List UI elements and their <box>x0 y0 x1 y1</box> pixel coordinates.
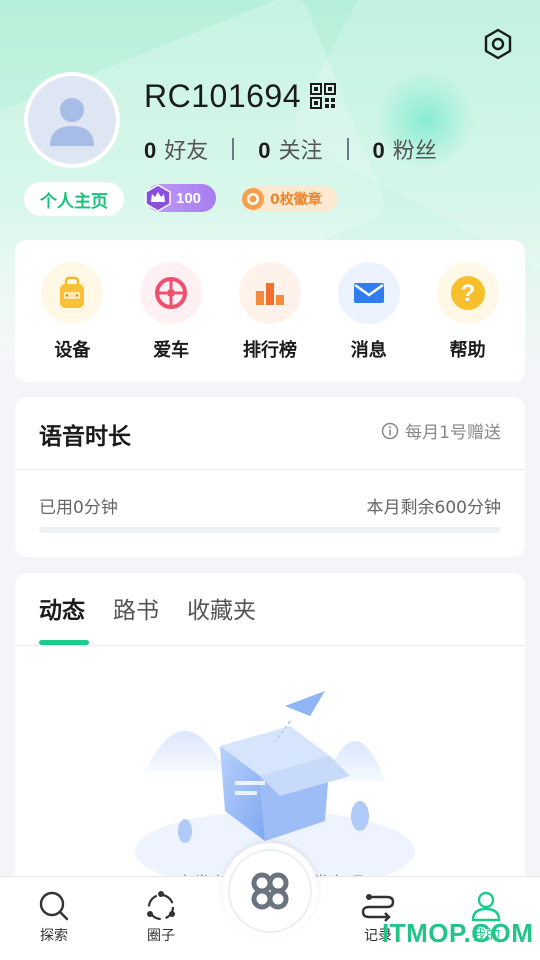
stat-divider <box>232 138 235 160</box>
badge-count-button[interactable]: 0枚徽章 <box>242 186 338 212</box>
search-icon <box>39 891 69 921</box>
tab-circle[interactable]: 圈子 <box>121 889 201 945</box>
voice-duration-card: 语音时长 每月1号赠送 已用0分钟 本月剩余600分钟 <box>15 397 525 557</box>
menu-label: 爱车 <box>153 340 190 361</box>
circle-icon <box>147 891 175 921</box>
voice-usage-bar <box>39 527 501 533</box>
friends-label: 好友 <box>164 139 209 164</box>
settings-button[interactable] <box>478 24 518 64</box>
quick-menu-card: 设备 爱车 排行榜 消息 ? 帮助 <box>15 240 525 382</box>
following-stat[interactable]: 0 关注 <box>258 133 322 165</box>
divider <box>15 645 525 646</box>
tab-favorites[interactable]: 收藏夹 <box>187 591 256 639</box>
default-avatar-icon <box>50 98 94 146</box>
level-value: 100 <box>176 189 202 207</box>
voice-remaining: 本月剩余600分钟 <box>366 498 501 518</box>
crown-icon <box>144 184 172 212</box>
rank-icon <box>238 262 301 324</box>
fans-label: 粉丝 <box>392 139 437 164</box>
tab-explore[interactable]: 探索 <box>14 889 94 945</box>
stat-divider <box>346 138 349 160</box>
friends-stat[interactable]: 0 好友 <box>144 133 208 165</box>
center-action-ring <box>228 849 312 933</box>
following-count: 0 <box>258 138 271 163</box>
medal-icon <box>240 186 266 212</box>
menu-label: 消息 <box>350 340 387 361</box>
info-icon <box>381 422 399 439</box>
following-label: 关注 <box>278 139 323 164</box>
feed-tabs: 动态 路书 收藏夹 <box>39 591 256 645</box>
qr-code-icon <box>310 83 336 109</box>
device-icon <box>41 262 104 324</box>
follow-stats: 0 好友 0 关注 0 粉丝 <box>144 132 437 166</box>
mail-icon <box>337 262 400 324</box>
username-row: RC101694 <box>144 76 337 116</box>
voice-note[interactable]: 每月1号赠送 <box>381 418 501 443</box>
voice-used: 已用0分钟 <box>39 498 118 518</box>
settings-icon <box>484 28 512 60</box>
rings-logo-icon <box>251 872 289 910</box>
friends-count: 0 <box>144 138 157 163</box>
divider <box>15 469 525 470</box>
menu-item-device[interactable]: 设备 <box>27 240 117 382</box>
fans-stat[interactable]: 0 粉丝 <box>373 133 437 165</box>
center-action-button[interactable] <box>222 843 318 939</box>
tab-label: 探索 <box>40 928 68 944</box>
qr-code-button[interactable] <box>309 82 337 110</box>
menu-label: 设备 <box>54 340 91 361</box>
personal-homepage-button[interactable]: 个人主页 <box>24 182 124 216</box>
menu-item-help[interactable]: ? 帮助 <box>423 240 513 382</box>
help-icon: ? <box>436 262 499 324</box>
avatar[interactable] <box>24 72 120 168</box>
username: RC101694 <box>144 77 301 114</box>
menu-item-car[interactable]: 爱车 <box>126 240 216 382</box>
tab-label: 圈子 <box>147 928 175 944</box>
tab-moments[interactable]: 动态 <box>39 591 89 645</box>
menu-label: 排行榜 <box>242 340 297 361</box>
feed-card: 动态 路书 收藏夹 未发布动态，快去发布吧 <box>15 573 525 894</box>
voice-note-text: 每月1号赠送 <box>405 423 501 443</box>
svg-text:?: ? <box>460 280 475 307</box>
badge-count-label: 0枚徽章 <box>270 192 322 208</box>
wheel-icon <box>140 262 203 324</box>
level-badge[interactable]: 100 <box>144 184 216 212</box>
fans-count: 0 <box>372 138 385 163</box>
tab-roadbook[interactable]: 路书 <box>113 591 159 639</box>
menu-item-ranking[interactable]: 排行榜 <box>225 240 315 382</box>
voice-duration-title: 语音时长 <box>39 424 131 450</box>
watermark: ITMOP.COM <box>382 918 534 948</box>
menu-label: 帮助 <box>449 340 486 361</box>
menu-item-messages[interactable]: 消息 <box>324 240 414 382</box>
